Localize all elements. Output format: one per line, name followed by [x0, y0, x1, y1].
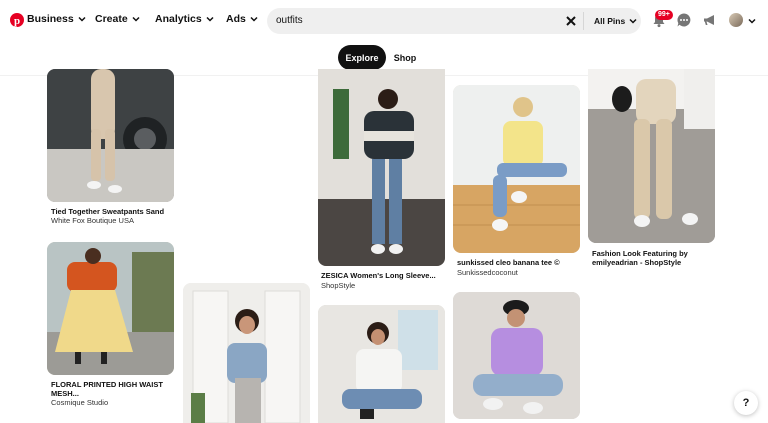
pin-image[interactable]	[47, 69, 174, 202]
pin-title: Fashion Look Featuring by emilyeadrian -…	[592, 249, 688, 267]
pin-title: FLORAL PRINTED HIGH WAIST MESH...	[51, 380, 163, 398]
top-navigation-bar: p Business Create Analytics Ads outfits …	[0, 0, 768, 42]
pin-source: Sunkissedcoconut	[457, 268, 518, 277]
pin-source: White Fox Boutique USA	[51, 216, 134, 225]
nav-business-menu[interactable]: Business	[27, 13, 86, 25]
pin-title: ZESICA Women's Long Sleeve...	[321, 271, 436, 280]
nav-ads-label: Ads	[226, 13, 246, 25]
pin-image[interactable]	[318, 305, 445, 423]
pin-image[interactable]	[183, 283, 310, 423]
search-bar[interactable]: outfits All Pins	[267, 8, 641, 34]
megaphone-icon[interactable]	[702, 12, 718, 28]
nav-business-label: Business	[27, 13, 74, 25]
chevron-down-icon	[78, 16, 86, 22]
pin-image[interactable]	[47, 242, 174, 375]
tab-shop[interactable]: Shop	[389, 45, 421, 70]
tab-explore[interactable]: Explore	[338, 45, 386, 70]
pin-title: Tied Together Sweatpants Sand	[51, 207, 165, 216]
notification-badge: 99+	[655, 10, 673, 20]
chat-icon[interactable]	[676, 12, 692, 28]
pin-image[interactable]	[453, 292, 580, 419]
svg-text:p: p	[14, 15, 20, 27]
clear-search-icon[interactable]	[564, 14, 578, 28]
pin-title: sunkissed cleo banana tee ©	[457, 258, 560, 267]
pin-image[interactable]	[318, 69, 445, 266]
chevron-down-icon	[250, 16, 258, 22]
nav-ads-menu[interactable]: Ads	[226, 13, 258, 25]
pinterest-logo-icon[interactable]: p	[10, 13, 24, 27]
nav-create-menu[interactable]: Create	[95, 13, 140, 25]
nav-create-label: Create	[95, 13, 128, 25]
chevron-down-icon	[132, 16, 140, 22]
chevron-down-icon[interactable]	[748, 17, 756, 25]
chevron-down-icon	[206, 16, 214, 22]
search-scope-label: All Pins	[594, 16, 626, 26]
pin-source: Cosmique Studio	[51, 398, 109, 407]
search-input[interactable]: outfits	[276, 15, 303, 26]
nav-analytics-label: Analytics	[155, 13, 202, 25]
search-divider	[583, 12, 584, 30]
pin-source: ShopStyle	[321, 281, 356, 290]
nav-analytics-menu[interactable]: Analytics	[155, 13, 214, 25]
pin-image[interactable]	[453, 85, 580, 253]
chevron-down-icon	[629, 18, 637, 24]
search-scope-dropdown[interactable]: All Pins	[594, 16, 637, 26]
pin-image[interactable]	[588, 69, 715, 243]
help-button[interactable]: ?	[734, 391, 758, 415]
avatar[interactable]	[729, 13, 743, 27]
